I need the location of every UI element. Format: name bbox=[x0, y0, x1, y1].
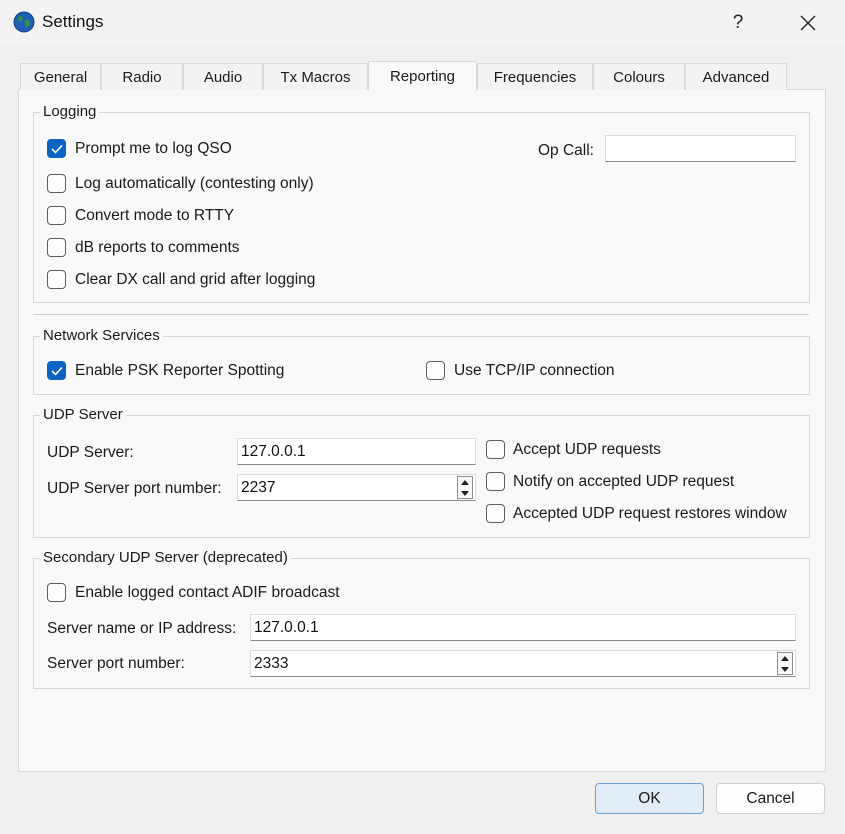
psk-reporter-label: Enable PSK Reporter Spotting bbox=[75, 362, 285, 379]
checkmark-icon bbox=[51, 366, 63, 376]
tab-tx-macros[interactable]: Tx Macros bbox=[263, 63, 368, 90]
convert-rtty-checkbox[interactable] bbox=[47, 206, 66, 225]
db-reports-checkbox[interactable] bbox=[47, 238, 66, 257]
restore-window-checkbox[interactable] bbox=[486, 504, 505, 523]
accept-udp-checkbox[interactable] bbox=[486, 440, 505, 459]
server-name-label: Server name or IP address: bbox=[47, 620, 237, 637]
log-auto-label: Log automatically (contesting only) bbox=[75, 175, 314, 192]
cancel-button[interactable]: Cancel bbox=[716, 783, 825, 814]
checkmark-icon bbox=[51, 144, 63, 154]
udp-title: UDP Server bbox=[40, 406, 126, 423]
close-icon bbox=[800, 15, 816, 31]
server-port-label: Server port number: bbox=[47, 655, 185, 672]
tab-frequencies[interactable]: Frequencies bbox=[477, 63, 593, 90]
tcp-ip-label: Use TCP/IP connection bbox=[454, 362, 615, 379]
op-call-label: Op Call: bbox=[538, 142, 594, 159]
log-auto-checkbox[interactable] bbox=[47, 174, 66, 193]
udp-port-input[interactable] bbox=[237, 474, 476, 501]
server-port-input[interactable] bbox=[250, 650, 796, 677]
spin-down-icon[interactable] bbox=[778, 664, 792, 674]
tab-reporting[interactable]: Reporting bbox=[368, 61, 477, 91]
spin-up-icon[interactable] bbox=[458, 477, 472, 487]
server-port-spinner[interactable] bbox=[777, 652, 793, 675]
notify-udp-checkbox[interactable] bbox=[486, 472, 505, 491]
tab-advanced[interactable]: Advanced bbox=[685, 63, 787, 90]
network-title: Network Services bbox=[40, 327, 163, 344]
udp-server-label: UDP Server: bbox=[47, 444, 134, 461]
section-divider bbox=[33, 314, 809, 315]
tcp-ip-checkbox[interactable] bbox=[426, 361, 445, 380]
udp-server-input[interactable] bbox=[237, 438, 476, 465]
help-button[interactable]: ? bbox=[718, 8, 758, 38]
psk-reporter-checkbox[interactable] bbox=[47, 361, 66, 380]
tab-audio[interactable]: Audio bbox=[183, 63, 263, 90]
accept-udp-label: Accept UDP requests bbox=[513, 441, 661, 458]
adif-broadcast-label: Enable logged contact ADIF broadcast bbox=[75, 584, 340, 601]
udp-port-spinner[interactable] bbox=[457, 476, 473, 499]
close-button[interactable] bbox=[788, 8, 828, 38]
tab-colours[interactable]: Colours bbox=[593, 63, 685, 90]
restore-window-label: Accepted UDP request restores window bbox=[513, 505, 787, 522]
notify-udp-label: Notify on accepted UDP request bbox=[513, 473, 735, 490]
secondary-udp-title: Secondary UDP Server (deprecated) bbox=[40, 549, 291, 566]
op-call-input[interactable] bbox=[605, 135, 796, 162]
convert-rtty-label: Convert mode to RTTY bbox=[75, 207, 235, 224]
adif-broadcast-checkbox[interactable] bbox=[47, 583, 66, 602]
spin-up-icon[interactable] bbox=[778, 653, 792, 663]
prompt-log-checkbox[interactable] bbox=[47, 139, 66, 158]
clear-dx-checkbox[interactable] bbox=[47, 270, 66, 289]
tab-general[interactable]: General bbox=[20, 63, 101, 90]
clear-dx-label: Clear DX call and grid after logging bbox=[75, 271, 316, 288]
udp-port-label: UDP Server port number: bbox=[47, 480, 222, 497]
ok-button[interactable]: OK bbox=[595, 783, 704, 814]
logging-title: Logging bbox=[40, 103, 100, 120]
prompt-log-label: Prompt me to log QSO bbox=[75, 140, 232, 157]
tab-radio[interactable]: Radio bbox=[101, 63, 183, 90]
window-title: Settings bbox=[42, 12, 104, 31]
spin-down-icon[interactable] bbox=[458, 488, 472, 498]
server-name-input[interactable] bbox=[250, 614, 796, 641]
db-reports-label: dB reports to comments bbox=[75, 239, 240, 256]
globe-icon bbox=[13, 11, 35, 33]
